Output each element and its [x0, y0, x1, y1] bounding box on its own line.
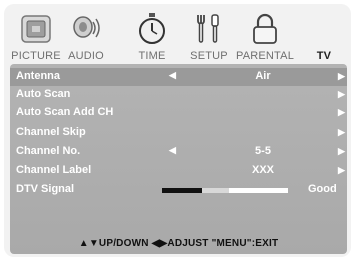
left-arrow-icon[interactable]: ◀	[169, 70, 176, 81]
tab-audio-label: AUDIO	[68, 50, 104, 62]
dtv-signal-strength-tail	[202, 188, 229, 193]
right-arrow-icon[interactable]: ▶	[338, 71, 345, 82]
menu-row-channel-skip[interactable]: Channel Skip ▶	[10, 124, 347, 142]
left-arrow-icon[interactable]: ◀	[169, 145, 176, 156]
channel-label-label: Channel Label	[16, 164, 92, 176]
antenna-value: Air	[255, 70, 271, 82]
menu-row-auto-scan-add-ch[interactable]: Auto Scan Add CH ▶	[10, 104, 347, 122]
lock-icon	[248, 12, 282, 51]
right-arrow-icon[interactable]: ▶	[338, 146, 345, 157]
menu-row-auto-scan[interactable]: Auto Scan ▶	[10, 86, 347, 104]
menu-row-channel-no[interactable]: Channel No. ◀ 5-5 ▶	[10, 143, 347, 161]
channel-skip-label: Channel Skip	[16, 126, 86, 138]
tab-parental[interactable]: PARENTAL	[230, 4, 300, 68]
menu-row-dtv-signal: DTV Signal Good	[10, 181, 347, 199]
tab-audio[interactable]: AUDIO	[62, 4, 110, 68]
auto-scan-label: Auto Scan	[16, 88, 71, 100]
antenna-label: Antenna	[16, 70, 60, 82]
auto-scan-add-label: Auto Scan Add CH	[16, 106, 114, 118]
right-arrow-icon[interactable]: ▶	[338, 89, 345, 100]
tab-time[interactable]: TIME	[129, 4, 175, 68]
tab-parental-label: PARENTAL	[235, 50, 295, 62]
picture-icon	[19, 12, 53, 51]
tools-icon	[192, 12, 226, 51]
dtv-signal-quality: Good	[308, 183, 337, 195]
tab-picture-label: PICTURE	[11, 50, 61, 62]
right-arrow-icon[interactable]: ▶	[338, 165, 345, 176]
right-arrow-icon[interactable]: ▶	[338, 107, 345, 118]
menu-row-channel-label[interactable]: Channel Label XXX ▶	[10, 162, 347, 180]
dtv-signal-strength-fill	[162, 188, 202, 193]
tv-menu-panel: Antenna ◀ Air ▶ Auto Scan ▶ Auto Scan Ad…	[10, 64, 347, 254]
dtv-signal-label: DTV Signal	[16, 183, 75, 195]
tab-picture[interactable]: PICTURE	[8, 4, 64, 68]
tab-bar: PICTURE AUDIO TIME SETUP PARENTAL TV	[4, 4, 351, 68]
audio-icon	[69, 12, 103, 51]
stopwatch-icon	[135, 12, 169, 51]
tab-tv-label: TV	[316, 50, 332, 62]
navigation-hint: ▲▼UP/DOWN ◀▶ADJUST "MENU":EXIT	[78, 238, 279, 249]
tab-tv[interactable]: TV TV	[302, 4, 346, 68]
channel-label-value: XXX	[251, 164, 274, 176]
channel-no-label: Channel No.	[16, 145, 81, 157]
dtv-signal-meter	[162, 188, 288, 193]
tab-setup-label: SETUP	[190, 50, 228, 62]
tab-time-label: TIME	[138, 50, 166, 62]
osd-screen: PICTURE AUDIO TIME SETUP PARENTAL TV Ant…	[4, 4, 351, 257]
tab-setup[interactable]: SETUP	[184, 4, 234, 68]
menu-row-antenna[interactable]: Antenna ◀ Air ▶	[10, 68, 347, 86]
right-arrow-icon[interactable]: ▶	[338, 127, 345, 138]
channel-no-value: 5-5	[255, 145, 271, 157]
